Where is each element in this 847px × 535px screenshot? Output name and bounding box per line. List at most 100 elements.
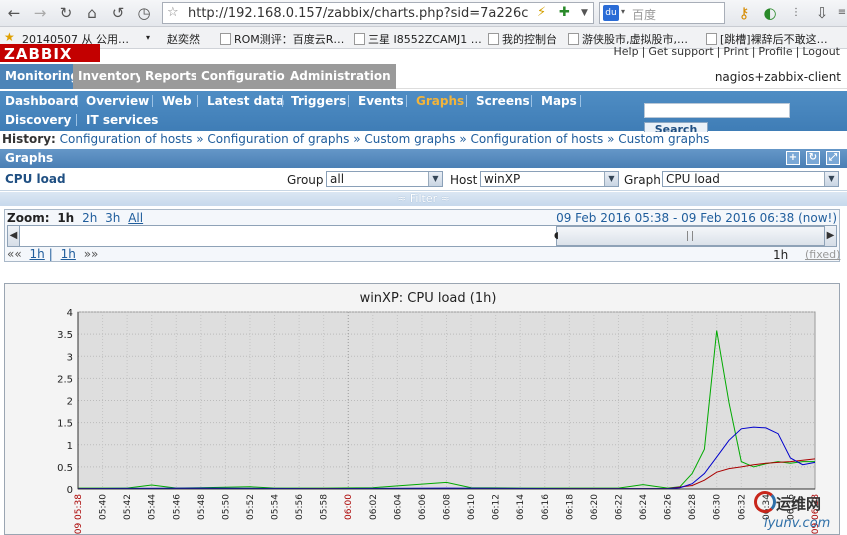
- zoom-label: Zoom:: [7, 211, 50, 225]
- url-text[interactable]: http://192.168.0.157/zabbix/charts.php?s…: [188, 6, 528, 22]
- fullscreen-icon[interactable]: ⤢: [826, 151, 840, 165]
- shield-icon[interactable]: ◐: [760, 3, 780, 23]
- key-icon[interactable]: ⚷: [734, 3, 754, 23]
- bookmark-item[interactable]: 赵奕然: [167, 31, 200, 47]
- main-menu-inventory[interactable]: Inventory: [73, 64, 149, 89]
- bookmark-item[interactable]: ROM测评：百度云R…: [220, 31, 344, 47]
- get-support-link[interactable]: Get support: [648, 45, 713, 58]
- zoom-panel: Zoom: 1h 2h 3h All 09 Feb 2016 05:38 - 0…: [4, 209, 840, 262]
- history-link[interactable]: Configuration of hosts: [471, 132, 604, 146]
- date-from[interactable]: 09 Feb 2016 05:38: [556, 211, 669, 225]
- home-icon[interactable]: ⌂: [82, 3, 102, 23]
- zoom-option-3h[interactable]: 3h: [105, 211, 120, 225]
- sub-menu-latest-data[interactable]: Latest data: [207, 92, 284, 110]
- history-link[interactable]: Configuration of hosts: [60, 132, 193, 146]
- zabbix-search-input[interactable]: [644, 103, 790, 118]
- history-separator: »: [196, 132, 204, 146]
- scroll-right-arrow-icon[interactable]: ▶: [824, 226, 836, 246]
- watermark-logo-icon: [754, 491, 776, 513]
- address-bar[interactable]: ☆ http://192.168.0.157/zabbix/charts.php…: [162, 2, 594, 24]
- x-tick-label: 02-09 05:38: [74, 494, 84, 535]
- resize-left-handle-icon[interactable]: ◖: [554, 231, 559, 241]
- period-fixed-toggle[interactable]: (fixed): [805, 248, 840, 261]
- profile-link[interactable]: Profile: [758, 45, 792, 58]
- sub-menu-graphs[interactable]: Graphs: [416, 92, 464, 110]
- bookmark-star-icon[interactable]: ☆: [167, 5, 179, 20]
- add-favourite-icon[interactable]: +: [786, 151, 800, 165]
- time-scrollbar[interactable]: ◀ ◖ ◗ ▶: [7, 225, 837, 247]
- search-engine-icon[interactable]: du: [603, 5, 619, 21]
- undo-icon[interactable]: ↺: [108, 3, 128, 23]
- main-menu-configuration[interactable]: Configuration: [196, 64, 299, 89]
- scrollbar-thumb[interactable]: ◖ ◗: [554, 226, 830, 246]
- graph-select[interactable]: CPU load ▼: [662, 171, 839, 187]
- x-tick-label: 06:02: [369, 494, 379, 520]
- sub-menu-triggers[interactable]: Triggers: [291, 92, 346, 110]
- date-to[interactable]: 09 Feb 2016 06:38: [681, 211, 794, 225]
- zoom-option-1h[interactable]: 1h: [57, 211, 74, 225]
- reload-icon[interactable]: ↻: [56, 3, 76, 23]
- menu-separator: [531, 95, 532, 107]
- sub-menu-events[interactable]: Events: [358, 92, 404, 110]
- lightning-icon[interactable]: ⚡: [537, 5, 546, 20]
- sub-menu-it-services[interactable]: IT services: [86, 111, 158, 129]
- sub-menu-discovery[interactable]: Discovery: [5, 111, 71, 129]
- refresh-icon[interactable]: ↻: [806, 151, 820, 165]
- browser-search-input[interactable]: 百度: [632, 6, 656, 23]
- url-dropdown-icon[interactable]: ▼: [581, 8, 588, 18]
- browser-search-box[interactable]: du ▾ 百度: [599, 2, 725, 24]
- prev-period-arrows[interactable]: ««: [7, 247, 22, 261]
- prev-period-link[interactable]: 1h: [30, 247, 45, 261]
- chevron-up-icon: ≈: [440, 192, 450, 205]
- print-link[interactable]: Print: [723, 45, 748, 58]
- x-tick-label: 05:50: [221, 494, 231, 520]
- addons-icon[interactable]: ⋮: [786, 3, 806, 23]
- forward-icon[interactable]: →: [30, 3, 50, 23]
- pin-icon[interactable]: ✚: [559, 5, 570, 20]
- browser-toolbar: ← → ↻ ⌂ ↺ ◷ ☆ http://192.168.0.157/zabbi…: [0, 0, 847, 27]
- x-tick-label: 06:30: [713, 494, 723, 520]
- main-menu-administration[interactable]: Administration: [285, 64, 396, 89]
- zoom-row: Zoom: 1h 2h 3h All: [7, 211, 143, 225]
- next-period-arrows[interactable]: »»: [84, 247, 99, 261]
- history-clock-icon[interactable]: ◷: [134, 3, 154, 23]
- sub-menu-dashboard[interactable]: Dashboard: [5, 92, 78, 110]
- chevron-down-icon: ▼: [428, 172, 442, 186]
- x-tick-label: 05:42: [123, 494, 133, 520]
- cpu-load-chart: winXP: CPU load (1h) 0 0.5 1 1.5 2 2.5 3 3.5 4 02…: [57, 291, 821, 535]
- x-tick-label: 06:12: [492, 494, 502, 520]
- menu-separator: [282, 95, 283, 107]
- x-tick-label: 05:44: [148, 494, 158, 520]
- history-link[interactable]: Custom graphs: [618, 132, 709, 146]
- sub-menu-screens[interactable]: Screens: [476, 92, 530, 110]
- host-select[interactable]: winXP ▼: [480, 171, 619, 187]
- zoom-option-all[interactable]: All: [128, 211, 143, 225]
- help-link[interactable]: Help: [614, 45, 639, 58]
- menu-separator: [466, 95, 467, 107]
- main-menu-monitoring[interactable]: Monitoring: [0, 64, 84, 89]
- history-link[interactable]: Configuration of graphs: [207, 132, 349, 146]
- search-engine-dropdown-icon[interactable]: ▾: [621, 7, 625, 16]
- bookmarks-star-icon[interactable]: ★: [4, 30, 15, 44]
- sub-menu-overview[interactable]: Overview: [86, 92, 149, 110]
- bookmark-item[interactable]: 三星 I8552ZCAMJ1 …: [354, 31, 482, 47]
- x-tick-label: 06:22: [614, 494, 624, 520]
- next-period-link[interactable]: 1h: [61, 247, 76, 261]
- scroll-left-arrow-icon[interactable]: ◀: [8, 226, 20, 246]
- x-tick-label: 05:40: [99, 494, 109, 520]
- group-select[interactable]: all ▼: [326, 171, 443, 187]
- menu-icon[interactable]: ≡: [832, 3, 847, 23]
- bookmark-folder-arrow-icon[interactable]: ▾: [146, 33, 150, 42]
- filter-toggle[interactable]: ≈ Filter ≈: [0, 192, 847, 206]
- back-icon[interactable]: ←: [4, 3, 24, 23]
- zoom-option-2h[interactable]: 2h: [82, 211, 97, 225]
- sub-menu-maps[interactable]: Maps: [541, 92, 577, 110]
- main-menu-reports[interactable]: Reports: [140, 64, 204, 89]
- download-icon[interactable]: ⇩: [812, 3, 832, 23]
- bookmark-item[interactable]: 我的控制台: [488, 31, 557, 47]
- history-link[interactable]: Custom graphs: [364, 132, 455, 146]
- chart-frame: winXP: CPU load (1h) 0 0.5 1 1.5 2 2.5 3 3.5 4 02…: [4, 283, 840, 535]
- logout-link[interactable]: Logout: [802, 45, 840, 58]
- sub-menu-web[interactable]: Web: [162, 92, 192, 110]
- zabbix-logo[interactable]: ZABBIX: [0, 44, 100, 62]
